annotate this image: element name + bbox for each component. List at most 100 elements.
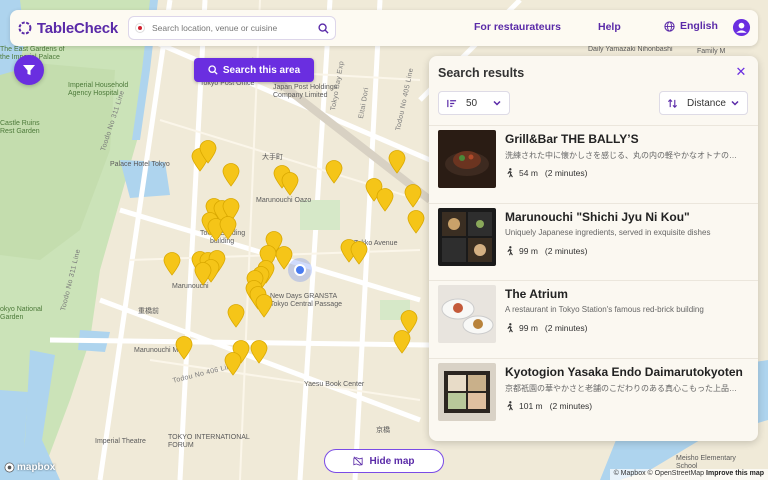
result-item[interactable]: Grill&Bar THE BALLY’S 洗練された中に懐かしさを感じる、丸の… bbox=[429, 125, 758, 203]
restaurant-pin-icon[interactable] bbox=[350, 241, 368, 265]
top-bar: TableCheck For restaurateurs Help Englis… bbox=[10, 10, 758, 46]
restaurant-pin-icon[interactable] bbox=[224, 352, 242, 376]
restaurant-pin-icon[interactable] bbox=[222, 163, 240, 187]
map-off-icon bbox=[353, 456, 364, 466]
distance-value: 54 m bbox=[519, 168, 538, 178]
result-distance: 99 m (2 minutes) bbox=[505, 323, 587, 333]
restaurant-pin-icon[interactable] bbox=[325, 160, 343, 184]
map-label-yaesu: Yaesu Book Center bbox=[304, 381, 365, 388]
restaurant-pin-icon[interactable] bbox=[194, 262, 212, 286]
result-thumbnail bbox=[438, 362, 496, 421]
restaurant-pin-icon[interactable] bbox=[219, 216, 237, 240]
result-item[interactable]: The Atrium A restaurant in Tokyo Station… bbox=[429, 280, 758, 358]
chevron-down-icon bbox=[493, 100, 501, 106]
distance-value: 101 m bbox=[519, 400, 543, 411]
logo-text: TableCheck bbox=[36, 19, 118, 37]
attribution-osm[interactable]: © OpenStreetMap bbox=[648, 470, 705, 477]
chevron-down-icon bbox=[731, 100, 739, 106]
walk-time: (2 minutes) bbox=[544, 245, 588, 256]
result-item[interactable]: Kyotogion Yasaka Endo Daimarutokyoten 京都… bbox=[429, 357, 758, 436]
restaurant-pin-icon[interactable] bbox=[404, 184, 422, 208]
restaurant-pin-icon[interactable] bbox=[388, 150, 406, 174]
location-search[interactable] bbox=[128, 16, 336, 40]
result-description: A restaurant in Tokyo Station's famous r… bbox=[505, 305, 704, 314]
result-thumbnail bbox=[438, 285, 496, 343]
hide-map-label: Hide map bbox=[369, 455, 415, 467]
result-thumbnail bbox=[438, 207, 496, 266]
result-name[interactable]: Marunouchi "Shichi Jyu Ni Kou" bbox=[505, 210, 690, 224]
globe-icon bbox=[664, 20, 675, 32]
distance-value: 99 m bbox=[519, 245, 538, 256]
result-name[interactable]: Grill&Bar THE BALLY’S bbox=[505, 132, 639, 146]
filter-button[interactable] bbox=[14, 55, 44, 85]
restaurant-pin-icon[interactable] bbox=[255, 294, 273, 318]
restaurant-pin-icon[interactable] bbox=[250, 340, 268, 364]
result-item[interactable]: Marunouchi "Shichi Jyu Ni Kou" Uniquely … bbox=[429, 202, 758, 281]
language-selector[interactable]: English bbox=[664, 20, 718, 32]
restaurant-pin-icon[interactable] bbox=[199, 140, 217, 164]
logo[interactable]: TableCheck bbox=[18, 20, 118, 37]
restaurant-pin-icon[interactable] bbox=[393, 330, 411, 354]
search-icon bbox=[208, 65, 218, 75]
restaurant-pin-icon[interactable] bbox=[227, 304, 245, 328]
map-label-castle-ruins: Castle Ruins Rest Garden bbox=[0, 120, 40, 135]
map-label-national-garden: okyo National Garden bbox=[0, 306, 43, 321]
language-label: English bbox=[680, 20, 718, 32]
result-name[interactable]: The Atrium bbox=[505, 287, 568, 301]
walk-time: (2 minutes) bbox=[549, 400, 593, 411]
map-label-marunouchi-m: Marunouchi M bbox=[134, 347, 179, 354]
close-icon[interactable]: ✕ bbox=[735, 65, 747, 78]
restaurant-pin-icon[interactable] bbox=[163, 252, 181, 276]
map-label-new-days: New Days GRANSTA Tokyo Central Passage bbox=[270, 293, 342, 308]
sort-amount-icon bbox=[447, 99, 457, 107]
map-label-kyobashi: 京橋 bbox=[376, 427, 390, 434]
map-label-oazo: Marunouchi Oazo bbox=[256, 197, 312, 204]
sort-select[interactable]: Distance bbox=[659, 91, 748, 115]
walking-icon bbox=[507, 400, 513, 410]
filter-icon bbox=[23, 65, 35, 75]
distance-value: 99 m bbox=[519, 323, 538, 333]
search-results-panel: Search results ✕ 50 Distance Grill&Bar T… bbox=[429, 56, 758, 441]
walk-time: (2 minutes) bbox=[544, 323, 588, 333]
map-label-jp-holdings: Japan Post Holdings Company Limited bbox=[273, 84, 338, 99]
result-distance: 101 m (2 minutes) bbox=[505, 401, 592, 411]
map-label-family-mart: Family M bbox=[697, 48, 726, 55]
japan-flag-icon bbox=[135, 23, 145, 33]
map-label-otemachi: 大手町 bbox=[262, 154, 283, 161]
page-size-select[interactable]: 50 bbox=[438, 91, 510, 115]
page-size-value: 50 bbox=[466, 97, 478, 109]
mapbox-logo[interactable]: mapbox bbox=[4, 462, 55, 473]
result-description: 洗練された中に懐かしさを感じる、丸の内の軽やかなオトナの… bbox=[505, 151, 737, 160]
walking-icon bbox=[507, 168, 513, 178]
restaurant-pin-icon[interactable] bbox=[376, 188, 394, 212]
walk-time: (2 minutes) bbox=[544, 168, 588, 178]
result-name[interactable]: Kyotogion Yasaka Endo Daimarutokyoten bbox=[505, 365, 743, 379]
walking-icon bbox=[507, 323, 513, 333]
restaurant-pin-icon[interactable] bbox=[407, 210, 425, 234]
map-label-imperial-theatre: Imperial Theatre bbox=[95, 438, 146, 445]
map-attribution: © Mapbox © OpenStreetMap Improve this ma… bbox=[609, 469, 768, 480]
attribution-mapbox[interactable]: © Mapbox bbox=[614, 470, 646, 477]
mapbox-logo-text: mapbox bbox=[17, 462, 56, 473]
account-icon[interactable] bbox=[732, 18, 751, 37]
hide-map-button[interactable]: Hide map bbox=[324, 449, 444, 473]
result-description: Uniquely Japanese ingredients, served in… bbox=[505, 227, 711, 237]
for-restaurateurs-link[interactable]: For restaurateurs bbox=[474, 21, 561, 33]
map-label-palace-hotel: Palace Hotel Tokyo bbox=[110, 161, 170, 168]
current-location-marker bbox=[288, 258, 312, 282]
search-input[interactable] bbox=[152, 23, 318, 33]
result-distance: 54 m (2 minutes) bbox=[505, 168, 587, 178]
improve-map-link[interactable]: Improve this map bbox=[706, 470, 764, 477]
help-link[interactable]: Help bbox=[598, 21, 621, 33]
sort-value: Distance bbox=[687, 97, 726, 109]
results-list: Grill&Bar THE BALLY’S 洗練された中に懐かしさを感じる、丸の… bbox=[429, 125, 758, 435]
walking-icon bbox=[507, 245, 513, 255]
restaurant-pin-icon[interactable] bbox=[281, 172, 299, 196]
search-this-area-button[interactable]: Search this area bbox=[194, 58, 314, 82]
map-label-tif: TOKYO INTERNATIONAL FORUM bbox=[168, 434, 250, 449]
map-label-nijubashimae: 重橋前 bbox=[138, 308, 159, 315]
sort-icon bbox=[667, 98, 678, 108]
search-icon[interactable] bbox=[318, 22, 329, 34]
mapbox-icon bbox=[4, 462, 15, 473]
restaurant-pin-icon[interactable] bbox=[175, 336, 193, 360]
